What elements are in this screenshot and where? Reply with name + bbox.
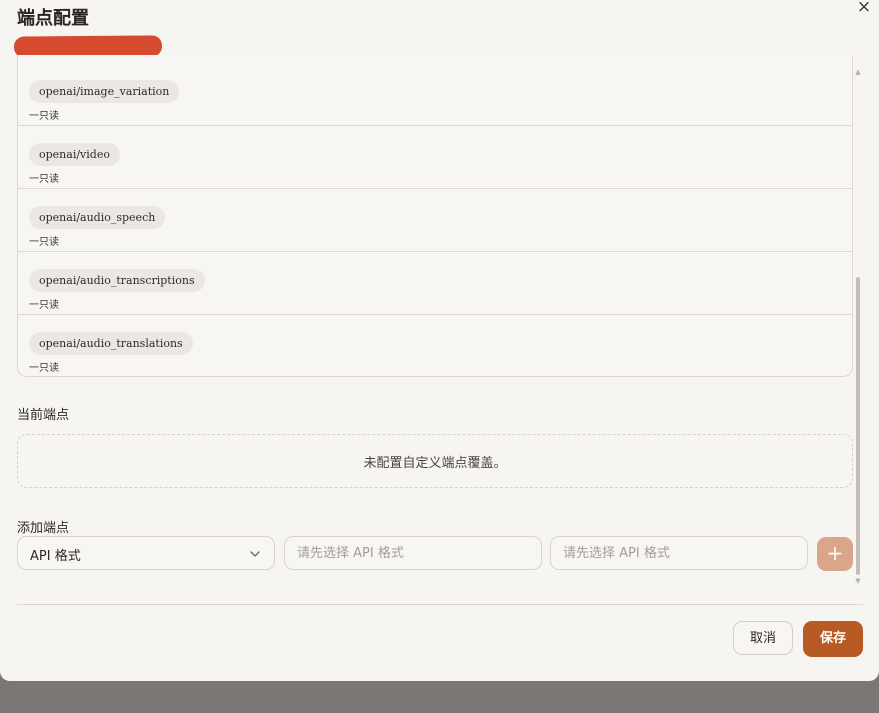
readonly-tag: 一只读 [29, 237, 59, 248]
endpoint-chip: openai/audio_transcriptions [29, 269, 205, 292]
chevron-down-icon [250, 551, 260, 557]
current-endpoints-label: 当前端点 [17, 408, 70, 423]
readonly-tag: 一只读 [29, 174, 59, 185]
footer-divider [17, 604, 863, 605]
add-endpoint-button[interactable]: + [817, 537, 853, 571]
endpoint-target-field[interactable] [551, 537, 807, 569]
dialog-title: 端点配置 [17, 8, 89, 29]
add-endpoint-label: 添加端点 [17, 521, 70, 536]
list-item: openai/audio_translations 一只读 [18, 315, 852, 377]
endpoint-config-dialog: 端点配置 × openai/image_variation 一只读 openai… [0, 0, 879, 681]
close-icon[interactable]: × [855, 0, 873, 16]
empty-state: 未配置自定义端点覆盖。 [17, 434, 853, 488]
list-item: openai/video 一只读 [18, 126, 852, 189]
list-item: openai/audio_speech 一只读 [18, 189, 852, 252]
api-format-select[interactable]: API 格式 [17, 536, 275, 570]
readonly-tag: 一只读 [29, 300, 59, 311]
endpoint-path-field[interactable] [285, 537, 541, 569]
endpoint-list: openai/image_variation 一只读 openai/video … [17, 55, 853, 377]
endpoint-chip: openai/image_variation [29, 80, 180, 103]
list-item: openai/audio_transcriptions 一只读 [18, 252, 852, 315]
list-item: openai/image_variation 一只读 [18, 63, 852, 126]
save-button[interactable]: 保存 [803, 621, 863, 657]
scroll-up-arrow-icon[interactable]: ▲ [855, 68, 861, 76]
empty-state-text: 未配置自定义端点覆盖。 [363, 455, 507, 471]
cancel-button[interactable]: 取消 [733, 621, 793, 655]
readonly-tag: 一只读 [29, 363, 59, 374]
endpoint-path-input[interactable] [284, 536, 542, 570]
scroll-down-arrow-icon[interactable]: ▼ [855, 577, 861, 585]
endpoint-chip: openai/audio_speech [29, 206, 166, 229]
endpoint-chip: openai/video [29, 143, 120, 166]
api-format-select-value: API 格式 [30, 549, 81, 564]
vertical-scrollbar[interactable] [856, 277, 860, 575]
readonly-tag: 一只读 [29, 111, 59, 122]
endpoint-chip: openai/audio_translations [29, 332, 193, 355]
endpoint-target-input[interactable] [550, 536, 808, 570]
